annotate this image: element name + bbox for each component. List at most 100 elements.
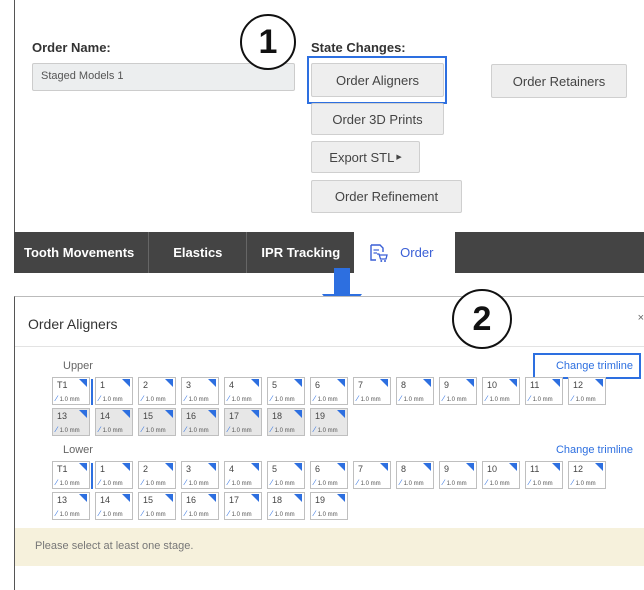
order-3d-prints-button[interactable]: Order 3D Prints	[311, 103, 444, 135]
tab-ipr-tracking[interactable]: IPR Tracking	[247, 232, 354, 273]
stage-trim-value: ∕ 1.0 mm	[185, 478, 209, 487]
stage-tile[interactable]: 12 ∕ 1.0 mm	[568, 461, 606, 489]
stage-number: 1	[100, 380, 106, 390]
stage-flag-icon	[595, 463, 603, 471]
stage-tile[interactable]: T1 ∕ 1.0 mm	[52, 377, 93, 405]
stage-trim-value: ∕ 1.0 mm	[228, 509, 252, 518]
stage-flag-icon	[251, 379, 259, 387]
stage-tile[interactable]: 10 ∕ 1.0 mm	[482, 461, 520, 489]
tab-tooth-movements-label: Tooth Movements	[24, 245, 135, 260]
stage-trim-label: 1.0 mm	[446, 397, 467, 403]
stage-tile[interactable]: T1 ∕ 1.0 mm	[52, 461, 93, 489]
stage-tile[interactable]: 16 ∕ 1.0 mm	[181, 408, 219, 436]
stage-flag-icon	[337, 463, 345, 471]
stage-tile[interactable]: 14 ∕ 1.0 mm	[95, 408, 133, 436]
stage-tile[interactable]: 14 ∕ 1.0 mm	[95, 492, 133, 520]
stage-trim-label: 1.0 mm	[317, 397, 338, 403]
stage-number: 5	[272, 464, 278, 474]
stage-tile[interactable]: 4 ∕ 1.0 mm	[224, 377, 262, 405]
stage-trim-value: ∕ 1.0 mm	[56, 394, 80, 403]
upper-label: Upper	[63, 360, 93, 372]
stage-tile[interactable]: 15 ∕ 1.0 mm	[138, 408, 176, 436]
stage-tile[interactable]: 19 ∕ 1.0 mm	[310, 492, 348, 520]
stage-trim-label: 1.0 mm	[102, 512, 123, 518]
order-name-label: Order Name:	[32, 40, 111, 55]
stage-tile[interactable]: 9 ∕ 1.0 mm	[439, 461, 477, 489]
stage-number: 9	[444, 464, 450, 474]
stage-tile[interactable]: 10 ∕ 1.0 mm	[482, 377, 520, 405]
tab-bar: Tooth Movements Elastics IPR Tracking Or…	[14, 232, 644, 273]
stage-trim-label: 1.0 mm	[188, 397, 209, 403]
stage-number: 4	[229, 464, 235, 474]
state-changes-label: State Changes:	[311, 40, 406, 55]
stage-tile[interactable]: 11 ∕ 1.0 mm	[525, 377, 563, 405]
order-aligners-label: Order Aligners	[335, 72, 420, 88]
stage-number: 6	[315, 380, 321, 390]
stage-trim-label: 1.0 mm	[317, 428, 338, 434]
stage-trim-label: 1.0 mm	[360, 481, 381, 487]
stage-tile[interactable]: 13 ∕ 1.0 mm	[52, 492, 90, 520]
stage-trim-label: 1.0 mm	[317, 512, 338, 518]
stage-tile[interactable]: 2 ∕ 1.0 mm	[138, 461, 176, 489]
stage-divider-mark	[91, 379, 93, 405]
stage-tile[interactable]: 7 ∕ 1.0 mm	[353, 461, 391, 489]
order-aligners-button[interactable]: Order Aligners	[311, 63, 444, 97]
stage-tile[interactable]: 15 ∕ 1.0 mm	[138, 492, 176, 520]
tab-ipr-tracking-label: IPR Tracking	[261, 245, 341, 260]
stage-tile[interactable]: 8 ∕ 1.0 mm	[396, 377, 434, 405]
stage-divider-mark	[91, 463, 93, 489]
stage-tile[interactable]: 16 ∕ 1.0 mm	[181, 492, 219, 520]
stage-tile[interactable]: 12 ∕ 1.0 mm	[568, 377, 606, 405]
stage-tile[interactable]: 11 ∕ 1.0 mm	[525, 461, 563, 489]
order-aligners-modal: Order Aligners × Upper Change trimline T…	[14, 296, 644, 590]
stage-number: 8	[401, 464, 407, 474]
stage-flag-icon	[251, 410, 259, 418]
stage-tile[interactable]: 1 ∕ 1.0 mm	[95, 377, 133, 405]
stage-trim-label: 1.0 mm	[274, 481, 295, 487]
stage-flag-icon	[509, 463, 517, 471]
stage-trim-label: 1.0 mm	[59, 512, 80, 518]
stage-tile[interactable]: 18 ∕ 1.0 mm	[267, 492, 305, 520]
stage-tile[interactable]: 8 ∕ 1.0 mm	[396, 461, 434, 489]
stage-trim-label: 1.0 mm	[575, 397, 596, 403]
stage-tile[interactable]: 17 ∕ 1.0 mm	[224, 492, 262, 520]
stage-tile[interactable]: 1 ∕ 1.0 mm	[95, 461, 133, 489]
tab-order[interactable]: Order	[354, 232, 456, 273]
stage-tile[interactable]: 5 ∕ 1.0 mm	[267, 377, 305, 405]
stage-trim-label: 1.0 mm	[274, 428, 295, 434]
stage-tile[interactable]: 18 ∕ 1.0 mm	[267, 408, 305, 436]
stage-trim-label: 1.0 mm	[274, 397, 295, 403]
stage-flag-icon	[466, 379, 474, 387]
stage-flag-icon	[509, 379, 517, 387]
stage-tile[interactable]: 7 ∕ 1.0 mm	[353, 377, 391, 405]
order-retainers-button[interactable]: Order Retainers	[491, 64, 627, 98]
lower-change-trimline-link[interactable]: Change trimline	[556, 444, 633, 456]
stage-trim-value: ∕ 1.0 mm	[400, 478, 424, 487]
stage-tile[interactable]: 3 ∕ 1.0 mm	[181, 461, 219, 489]
stage-tile[interactable]: 6 ∕ 1.0 mm	[310, 377, 348, 405]
tab-elastics[interactable]: Elastics	[149, 232, 248, 273]
export-stl-button[interactable]: Export STL ▶	[311, 141, 420, 173]
stage-trim-label: 1.0 mm	[188, 512, 209, 518]
stage-tile[interactable]: 2 ∕ 1.0 mm	[138, 377, 176, 405]
stage-flag-icon	[165, 463, 173, 471]
stage-number: 16	[186, 411, 197, 421]
stage-trim-label: 1.0 mm	[317, 481, 338, 487]
close-icon[interactable]: ×	[638, 312, 644, 324]
stage-tile[interactable]: 5 ∕ 1.0 mm	[267, 461, 305, 489]
stage-number: 13	[57, 495, 68, 505]
stage-number: 17	[229, 411, 240, 421]
order-refinement-button[interactable]: Order Refinement	[311, 180, 462, 213]
stage-tile[interactable]: 19 ∕ 1.0 mm	[310, 408, 348, 436]
stage-number: 19	[315, 495, 326, 505]
stage-tile[interactable]: 9 ∕ 1.0 mm	[439, 377, 477, 405]
stage-number: 2	[143, 380, 149, 390]
stage-flag-icon	[122, 494, 130, 502]
upper-change-trimline-link[interactable]: Change trimline	[556, 360, 633, 372]
stage-tile[interactable]: 6 ∕ 1.0 mm	[310, 461, 348, 489]
stage-tile[interactable]: 17 ∕ 1.0 mm	[224, 408, 262, 436]
tab-tooth-movements[interactable]: Tooth Movements	[14, 232, 150, 273]
stage-tile[interactable]: 13 ∕ 1.0 mm	[52, 408, 90, 436]
stage-tile[interactable]: 3 ∕ 1.0 mm	[181, 377, 219, 405]
stage-tile[interactable]: 4 ∕ 1.0 mm	[224, 461, 262, 489]
